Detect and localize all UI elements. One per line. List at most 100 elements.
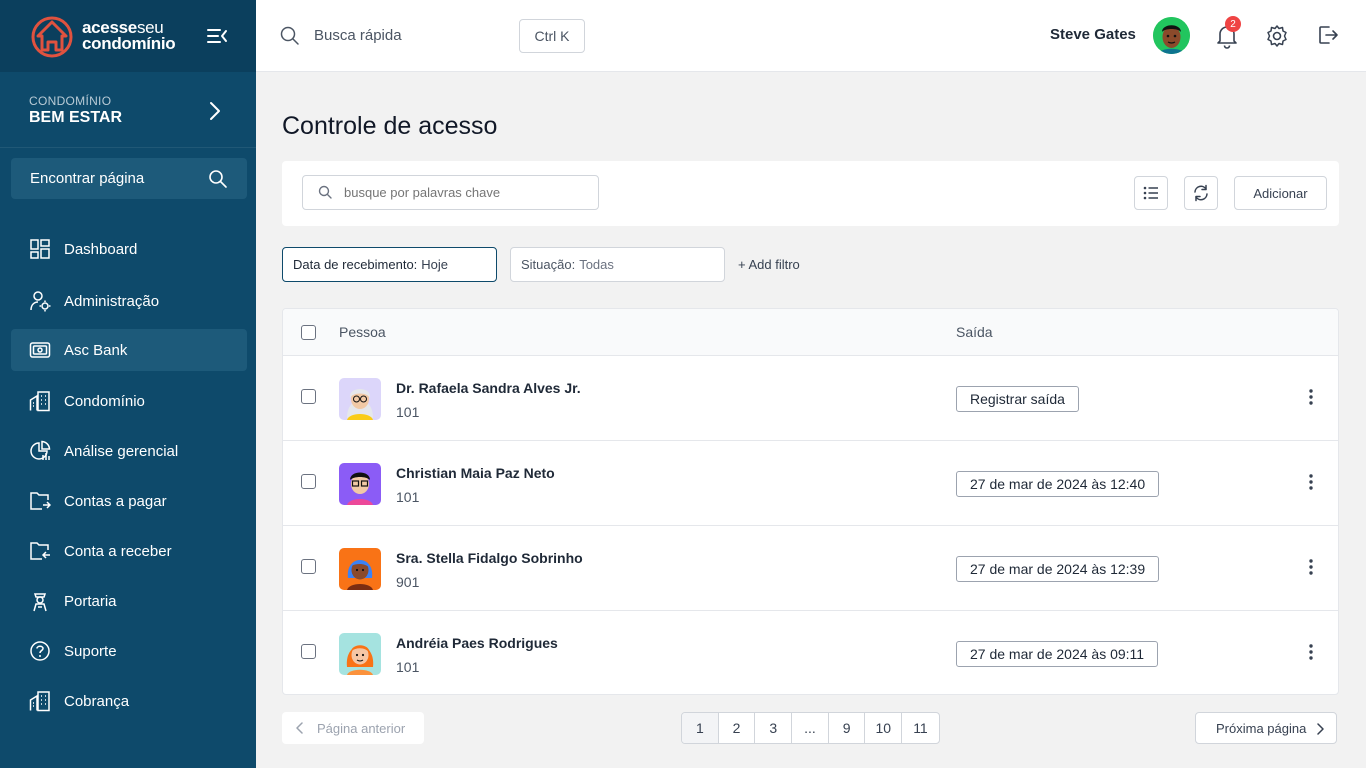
pagination-pages: 1 2 3 ... 9 10 11 xyxy=(681,712,940,744)
column-exit: Saída xyxy=(956,324,993,340)
notification-badge: 2 xyxy=(1225,16,1241,32)
table-row: Sra. Stella Fidalgo Sobrinho 901 27 de m… xyxy=(283,526,1338,611)
person-name: Dr. Rafaela Sandra Alves Jr. xyxy=(396,380,581,396)
user-name[interactable]: Steve Gates xyxy=(1050,26,1136,43)
list-icon xyxy=(1143,186,1158,200)
chart-icon xyxy=(30,440,51,460)
table-header: Pessoa Saída xyxy=(283,309,1338,356)
person-avatar xyxy=(339,463,381,505)
table-row: Dr. Rafaela Sandra Alves Jr. 101 Registr… xyxy=(283,356,1338,441)
person-name: Andréia Paes Rodrigues xyxy=(396,635,558,651)
page-number[interactable]: 9 xyxy=(829,713,866,743)
access-table: Pessoa Saída Dr. Rafaela Sandra Alves Jr… xyxy=(282,308,1339,695)
menu-collapse-icon[interactable] xyxy=(206,26,228,46)
person-name: Christian Maia Paz Neto xyxy=(396,465,555,481)
condo-selector[interactable]: CONDOMÍNIO BEM ESTAR xyxy=(0,72,256,148)
more-vertical-icon[interactable] xyxy=(1308,473,1314,491)
sidebar-item-label: Cobrança xyxy=(64,692,130,710)
sidebar-item-label: Análise gerencial xyxy=(64,442,179,460)
more-vertical-icon[interactable] xyxy=(1308,558,1314,576)
search-icon xyxy=(318,185,332,199)
filter-key: Data de recebimento: xyxy=(293,257,418,272)
logo-word-3: condomínio xyxy=(82,34,176,53)
add-filter-button[interactable]: + Add filtro xyxy=(738,257,800,272)
register-exit-button[interactable]: Registrar saída xyxy=(956,386,1079,412)
more-vertical-icon[interactable] xyxy=(1308,388,1314,406)
person-unit: 101 xyxy=(396,659,420,675)
sidebar-item-portaria[interactable]: Portaria xyxy=(11,580,247,622)
page-number[interactable]: 11 xyxy=(902,713,939,743)
gear-icon[interactable] xyxy=(1265,24,1289,48)
help-icon xyxy=(30,641,50,661)
page-title: Controle de acesso xyxy=(282,112,498,140)
admin-gear-user-icon xyxy=(30,291,51,312)
sidebar-item-contas-a-pagar[interactable]: Contas a pagar xyxy=(11,480,247,522)
row-checkbox[interactable] xyxy=(301,644,316,659)
person-avatar xyxy=(339,378,381,420)
search-icon xyxy=(280,26,299,45)
filter-value: Hoje xyxy=(421,257,449,272)
row-checkbox[interactable] xyxy=(301,559,316,574)
shortcut-hint: Ctrl K xyxy=(519,19,585,53)
page-number[interactable]: 3 xyxy=(755,713,793,743)
add-button[interactable]: Adicionar xyxy=(1234,176,1327,210)
sidebar-item-label: Asc Bank xyxy=(64,341,128,359)
previous-page-button[interactable]: Página anterior xyxy=(282,712,424,744)
next-page-button[interactable]: Próxima página xyxy=(1195,712,1337,744)
person-unit: 101 xyxy=(396,489,420,505)
sidebar-item-label: Contas a pagar xyxy=(64,492,167,510)
sidebar-item-conta-a-receber[interactable]: Conta a receber xyxy=(11,530,247,572)
row-checkbox[interactable] xyxy=(301,389,316,404)
avatar[interactable] xyxy=(1153,17,1190,54)
page-number[interactable]: 2 xyxy=(719,713,756,743)
exit-time-button[interactable]: 27 de mar de 2024 às 12:39 xyxy=(956,556,1160,582)
filter-value: Todas xyxy=(579,257,614,272)
topbar: Busca rápida Ctrl K Steve Gates 2 xyxy=(256,0,1366,72)
folder-out-icon xyxy=(30,492,51,510)
exit-time-button[interactable]: 27 de mar de 2024 às 12:40 xyxy=(956,471,1160,497)
list-view-button[interactable] xyxy=(1134,176,1168,210)
filter-status[interactable]: Situação: Todas xyxy=(510,247,725,282)
doorman-icon xyxy=(33,593,47,612)
select-all-checkbox[interactable] xyxy=(301,325,316,340)
sidebar-item-label: Administração xyxy=(64,292,160,310)
sidebar-item-condominio[interactable]: Condomínio xyxy=(11,380,247,422)
table-row: Andréia Paes Rodrigues 101 27 de mar de … xyxy=(283,611,1338,694)
logout-icon[interactable] xyxy=(1317,24,1339,46)
quick-search-input[interactable]: Busca rápida xyxy=(314,27,402,44)
filter-key: Situação: xyxy=(521,257,576,272)
sidebar-item-label: Portaria xyxy=(64,592,117,610)
filter-date[interactable]: Data de recebimento: Hoje xyxy=(282,247,497,282)
sidebar-item-label: Suporte xyxy=(64,642,117,660)
sidebar-item-asc-bank[interactable]: Asc Bank xyxy=(11,329,247,371)
person-illustration xyxy=(347,560,373,590)
sidebar-item-dashboard[interactable]: Dashboard xyxy=(11,228,247,270)
chevron-right-icon xyxy=(210,102,220,120)
exit-time-button[interactable]: 27 de mar de 2024 às 09:11 xyxy=(956,641,1159,667)
dashboard-icon xyxy=(30,239,50,259)
person-illustration xyxy=(347,472,373,505)
keyword-search-input[interactable] xyxy=(302,175,599,210)
building-icon xyxy=(29,691,50,712)
chevron-right-icon xyxy=(1317,723,1324,735)
find-page-button[interactable]: Encontrar página xyxy=(11,158,247,199)
building-icon xyxy=(29,391,50,412)
folder-in-icon xyxy=(30,542,50,560)
sidebar-item-analise-gerencial[interactable]: Análise gerencial xyxy=(11,430,247,472)
person-unit: 901 xyxy=(396,574,420,590)
sidebar-item-label: Condomínio xyxy=(64,392,145,410)
more-vertical-icon[interactable] xyxy=(1308,643,1314,661)
refresh-button[interactable] xyxy=(1184,176,1218,210)
page-number[interactable]: 1 xyxy=(682,713,719,743)
person-illustration xyxy=(346,645,374,675)
sidebar-item-cobranca[interactable]: Cobrança xyxy=(11,680,247,722)
page-number[interactable]: 10 xyxy=(865,713,903,743)
refresh-icon xyxy=(1194,184,1208,202)
bank-icon xyxy=(29,342,51,358)
person-avatar xyxy=(339,548,381,590)
sidebar-item-suporte[interactable]: Suporte xyxy=(11,630,247,672)
person-unit: 101 xyxy=(396,404,420,420)
sidebar-item-label: Conta a receber xyxy=(64,542,172,560)
sidebar-item-administracao[interactable]: Administração xyxy=(11,280,247,322)
row-checkbox[interactable] xyxy=(301,474,316,489)
